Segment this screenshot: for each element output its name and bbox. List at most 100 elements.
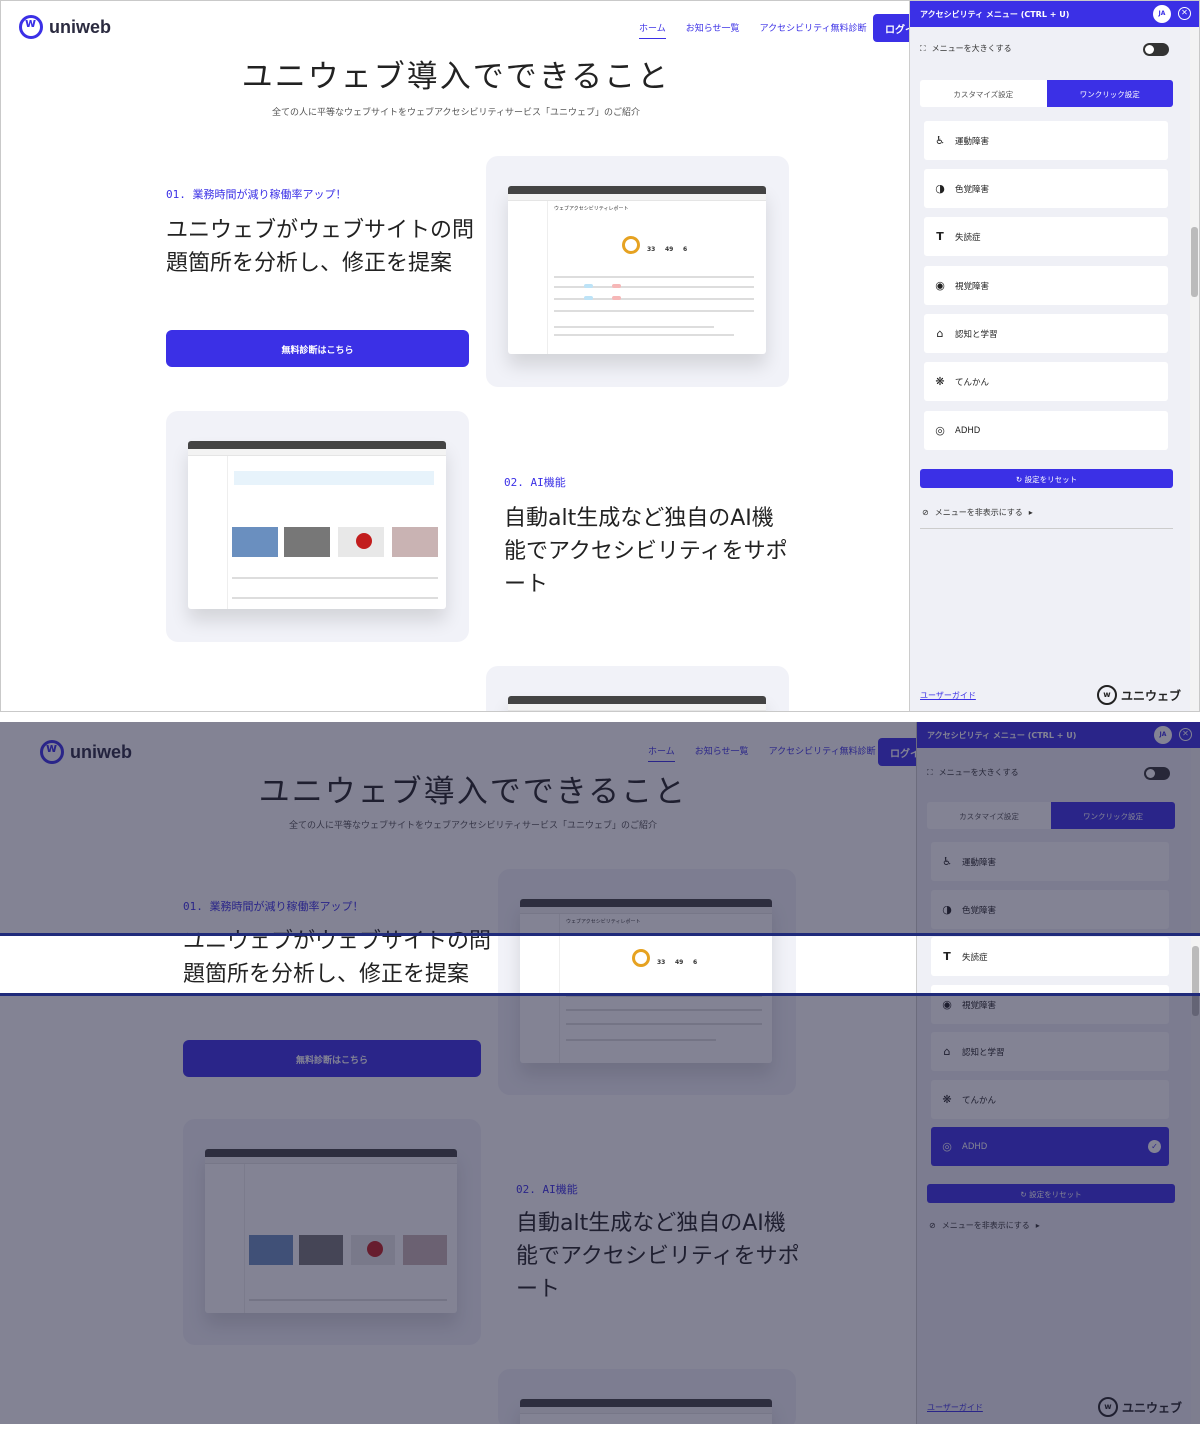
option-visual[interactable]: ◉ 視覚障害 [924,266,1168,305]
panel-header: アクセシビリティ メニュー (CTRL + U) JA ✕ [917,722,1200,748]
option-label: ADHD [955,425,981,436]
ai-screenshot [188,441,446,609]
option-adhd[interactable]: ◎ ADHD [924,411,1168,450]
nav-diagnosis[interactable]: アクセシビリティ無料診断 [769,744,876,762]
nav-news[interactable]: お知らせ一覧 [695,744,749,762]
logo-icon [19,15,43,39]
tab-customize[interactable]: カスタマイズ設定 [927,802,1051,829]
nav-home[interactable]: ホーム [639,21,666,39]
page-title: ユニウェブ導入でできること [241,59,671,95]
tab-oneclick[interactable]: ワンクリック設定 [1051,802,1175,829]
enlarge-toggle[interactable] [1143,43,1169,56]
stat-value: 49 [675,959,684,966]
hide-menu-link[interactable]: ⊘ メニューを非表示にする ▸ [929,1220,1040,1231]
nav-news[interactable]: お知らせ一覧 [686,21,740,39]
user-guide-link[interactable]: ユーザーガイド [920,690,976,701]
tab-oneclick[interactable]: ワンクリック設定 [1046,80,1173,107]
reset-icon: ↻ [1015,475,1025,484]
logo-text: uniweb [49,16,111,37]
option-visual[interactable]: ◉ 視覚障害 [931,985,1169,1024]
option-cognitive[interactable]: ⌂ 認知と学習 [931,1032,1169,1071]
reset-settings-button[interactable]: ↻ 設定をリセット [920,469,1173,488]
free-diagnosis-button[interactable]: 無料診断はこちら [166,330,469,367]
site-logo[interactable]: uniweb [19,15,111,39]
stat-value: 6 [683,246,688,253]
option-epilepsy[interactable]: ❋ てんかん [924,362,1168,401]
free-diagnosis-button[interactable]: 無料診断はこちら [183,1040,481,1077]
feature2-card [166,411,469,642]
feature2-kicker: 02. AI機能 [516,1183,578,1196]
enlarge-toggle[interactable] [1144,767,1170,780]
language-button[interactable]: JA [1154,726,1172,744]
close-icon[interactable]: ✕ [1178,7,1191,20]
login-button[interactable]: ログイ [873,14,911,42]
language-button[interactable]: JA [1153,5,1171,23]
option-adhd[interactable]: ◎ ADHD ✓ [931,1127,1169,1166]
target-icon: ◎ [942,1140,952,1153]
option-motor[interactable]: ♿ 運動障害 [931,842,1169,881]
accessibility-panel: アクセシビリティ メニュー (CTRL + U) JA ✕ ⛶ メニューを大きく… [909,1,1199,711]
main-nav: ホーム お知らせ一覧 アクセシビリティ無料診断 [639,21,867,39]
tab-customize[interactable]: カスタマイズ設定 [920,80,1047,107]
option-color-blind[interactable]: ◑ 色覚障害 [931,890,1169,929]
reset-label: 設定をリセット [1029,1190,1082,1199]
login-button[interactable]: ログイ [878,738,916,766]
wheelchair-icon: ♿ [942,855,952,868]
feature2-card [183,1119,481,1345]
feature1-title: ユニウェブがウェブサイトの問題箇所を分析し、修正を提案 [166,218,475,276]
option-cognitive[interactable]: ⌂ 認知と学習 [924,314,1168,353]
report-screenshot: ウェブアクセシビリティレポート 33 49 6 [508,186,766,354]
enlarge-menu-row: ⛶ メニューを大きくする [920,43,1012,54]
text-icon: T [943,950,951,963]
caret-right-icon: ▸ [1035,1221,1040,1230]
stat-value: 33 [657,959,666,966]
website: uniweb ホーム お知らせ一覧 アクセシビリティ無料診断 ログイ ユニウェブ… [0,722,916,1424]
close-icon[interactable]: ✕ [1179,728,1192,741]
reset-settings-button[interactable]: ↻ 設定をリセット [927,1184,1175,1203]
option-dyslexia[interactable]: T 失読症 [924,217,1168,256]
panel-brand: w ユニウェブ [1097,1397,1182,1417]
panel-scrollbar[interactable] [1190,27,1199,711]
graduation-cap-icon: ⌂ [936,327,944,340]
option-label: てんかん [955,377,990,388]
option-label: ADHD [962,1141,988,1152]
user-guide-link[interactable]: ユーザーガイド [927,1402,983,1413]
feature3-card [498,1369,796,1424]
feature2-kicker: 02. AI機能 [504,476,566,489]
site-logo[interactable]: uniweb [40,740,132,764]
reset-icon: ↻ [1020,1190,1030,1199]
option-label: 視覚障害 [962,1000,997,1011]
option-color-blind[interactable]: ◑ 色覚障害 [924,169,1168,208]
stat-value: 6 [693,959,698,966]
page-subtitle: 全ての人に平等なウェブサイトをウェブアクセシビリティサービス「ユニウェブ」のご紹… [271,108,640,118]
main-nav: ホーム お知らせ一覧 アクセシビリティ無料診断 [648,744,876,762]
option-motor[interactable]: ♿ 運動障害 [924,121,1168,160]
text-icon: T [936,230,944,243]
caret-right-icon: ▸ [1028,508,1033,517]
option-dyslexia[interactable]: T 失読症 [931,937,1169,976]
nav-diagnosis[interactable]: アクセシビリティ無料診断 [760,21,867,39]
report-screenshot: ウェブアクセシビリティレポート 33 49 6 [520,899,772,1063]
hide-label: メニューを非表示にする [934,508,1023,517]
logo-icon [40,740,64,764]
page-subtitle: 全ての人に平等なウェブサイトをウェブアクセシビリティサービス「ユニウェブ」のご紹… [288,821,657,831]
feature2-title: 自動alt生成など独自のAI機能でアクセシビリティをサポート [516,1211,800,1302]
brain-icon: ❋ [942,1093,952,1106]
option-label: 失読症 [955,232,981,243]
panel-scrollbar[interactable] [1191,748,1200,1424]
panel-title: アクセシビリティ メニュー (CTRL + U) [927,731,1077,740]
report-title: ウェブアクセシビリティレポート [566,919,641,925]
eye-icon: ◉ [935,279,945,292]
option-epilepsy[interactable]: ❋ てんかん [931,1080,1169,1119]
option-label: 運動障害 [955,136,990,147]
hide-menu-link[interactable]: ⊘ メニューを非表示にする ▸ [922,507,1033,518]
stat-value: 33 [647,246,656,253]
target-icon: ◎ [935,424,945,437]
feature1-title: ユニウェブがウェブサイトの問題箇所を分析し、修正を提案 [183,929,492,987]
panel-title: アクセシビリティ メニュー (CTRL + U) [920,10,1070,19]
contrast-icon: ◑ [935,182,945,195]
reset-label: 設定をリセット [1024,475,1078,484]
enlarge-menu-row: ⛶ メニューを大きくする [927,767,1019,778]
nav-home[interactable]: ホーム [648,744,675,762]
feature1-card: ウェブアクセシビリティレポート 33 49 6 [486,156,789,387]
